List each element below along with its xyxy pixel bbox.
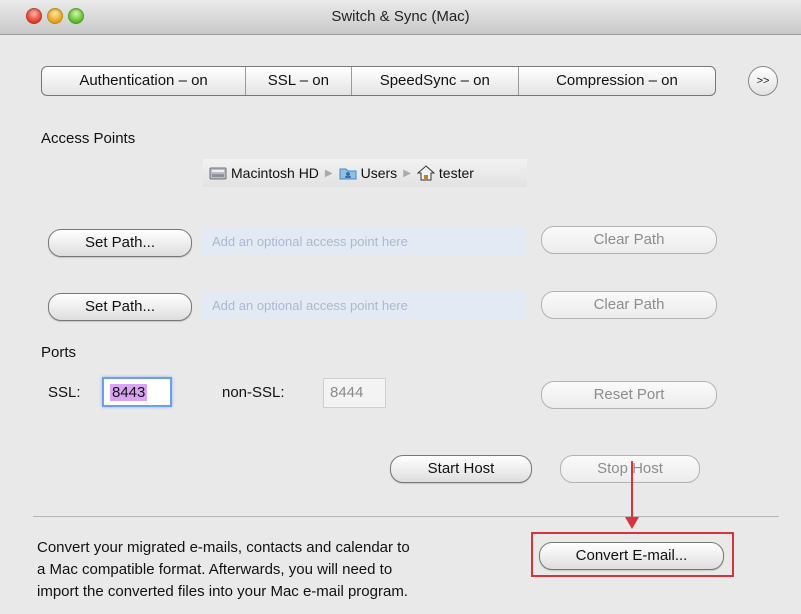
ssl-port-value: 8443 <box>110 384 148 401</box>
section-divider <box>33 516 779 517</box>
authentication-segment[interactable]: Authentication – on <box>42 67 247 95</box>
annotation-arrow-head-icon <box>625 517 639 529</box>
ssl-segment[interactable]: SSL – on <box>246 67 352 95</box>
title-bar[interactable]: Switch & Sync (Mac) <box>0 0 801 35</box>
stop-host-button[interactable]: Stop Host <box>560 455 700 483</box>
breadcrumb-item-users[interactable]: Users <box>339 165 398 181</box>
annotation-arrow-line <box>631 461 633 521</box>
ports-heading: Ports <box>41 344 77 361</box>
access-point-field-2[interactable]: Add an optional access point here <box>201 292 526 320</box>
breadcrumb-item-macintosh-hd[interactable]: Macintosh HD <box>209 165 319 181</box>
compression-segment[interactable]: Compression – on <box>519 67 715 95</box>
hard-drive-icon <box>209 167 227 180</box>
clear-path-button-2[interactable]: Clear Path <box>541 291 717 319</box>
annotation-highlight-box <box>531 532 734 577</box>
breadcrumb-item-tester[interactable]: tester <box>416 165 474 181</box>
path-breadcrumb: Macintosh HD ▶ Users ▶ tester <box>203 159 527 187</box>
breadcrumb-label: Users <box>360 165 398 181</box>
clear-path-button-1[interactable]: Clear Path <box>541 226 717 254</box>
set-path-button-2[interactable]: Set Path... <box>48 293 192 321</box>
home-icon <box>416 165 435 181</box>
chevron-right-icon: ▶ <box>324 167 333 179</box>
access-point-field-1[interactable]: Add an optional access point here <box>201 228 526 256</box>
access-points-heading: Access Points <box>41 130 136 147</box>
app-window: Switch & Sync (Mac) Authentication – on … <box>0 0 801 614</box>
speedsync-segment[interactable]: SpeedSync – on <box>352 67 519 95</box>
ssl-port-input[interactable]: 8443 <box>102 377 172 407</box>
convert-description-line: a Mac compatible format. Afterwards, you… <box>37 561 393 578</box>
settings-segmented-control: Authentication – on SSL – on SpeedSync –… <box>41 66 716 96</box>
start-host-button[interactable]: Start Host <box>390 455 532 483</box>
convert-description-line: Convert your migrated e-mails, contacts … <box>37 539 410 556</box>
ssl-port-label: SSL: <box>48 384 81 401</box>
chevron-right-icon: ▶ <box>403 167 411 179</box>
convert-description: Convert your migrated e-mails, contacts … <box>37 537 517 603</box>
convert-description-line: import the converted files into your Mac… <box>37 583 408 600</box>
breadcrumb-label: Macintosh HD <box>231 165 319 181</box>
window-title: Switch & Sync (Mac) <box>331 8 470 25</box>
set-path-button-1[interactable]: Set Path... <box>48 229 192 257</box>
non-ssl-port-input[interactable]: 8444 <box>323 378 386 408</box>
breadcrumb-label: tester <box>438 165 474 181</box>
folder-users-icon <box>339 168 357 180</box>
non-ssl-port-label: non-SSL: <box>222 384 285 401</box>
more-settings-button[interactable]: >> <box>748 66 778 96</box>
reset-port-button[interactable]: Reset Port <box>541 381 717 409</box>
